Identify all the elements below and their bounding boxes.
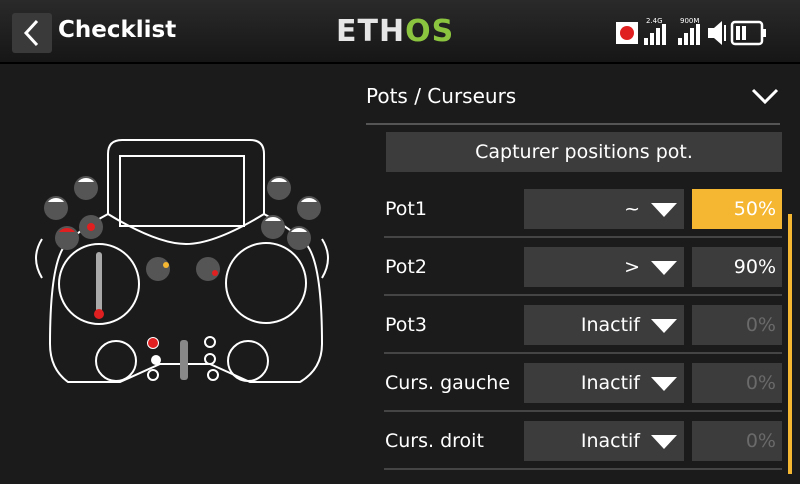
chevron-left-icon: [23, 19, 39, 47]
pot-row-label: Pot3: [385, 314, 427, 336]
radio-diagram-panel: [0, 64, 362, 480]
page-title: Checklist: [58, 17, 177, 43]
pot-value-field[interactable]: 50%: [692, 189, 782, 229]
battery-icon: [730, 20, 766, 46]
pot-mode-value: >: [624, 256, 640, 278]
pot-row: Pot1 ~50%: [362, 180, 782, 238]
pot-mode-select[interactable]: Inactif: [524, 305, 684, 345]
signal-900-label: 900M: [680, 17, 699, 25]
pot-value-field[interactable]: 0%: [692, 305, 782, 345]
speaker-icon: [708, 21, 726, 45]
pot-row-label: Curs. droit: [385, 430, 484, 452]
signal-24-label: 2.4G: [646, 17, 663, 25]
chevron-down-icon: [751, 88, 779, 105]
dropdown-arrow-icon: [651, 203, 677, 217]
pot-value-field[interactable]: 0%: [692, 421, 782, 461]
record-icon: [616, 22, 638, 44]
pot-row: Pot2 >90%: [362, 238, 782, 296]
pot-mode-value: ~: [624, 198, 640, 220]
back-button[interactable]: [12, 13, 52, 53]
status-icons: 2.4G 900M: [616, 17, 766, 46]
pot-row-label: Pot2: [385, 256, 427, 278]
dropdown-arrow-icon: [651, 261, 677, 275]
pot-mode-value: Inactif: [580, 372, 640, 394]
pot-row: Curs. droit Inactif 0%: [362, 412, 782, 470]
pot-mode-select[interactable]: Inactif: [524, 421, 684, 461]
pot-mode-value: Inactif: [580, 430, 640, 452]
logo-part-os: OS: [405, 14, 455, 49]
logo-part-eth: ETH: [336, 14, 406, 49]
dropdown-arrow-icon: [651, 435, 677, 449]
pot-mode-value: Inactif: [580, 314, 640, 336]
capture-positions-button[interactable]: Capturer positions pot.: [386, 132, 782, 172]
pot-mode-select[interactable]: >: [524, 247, 684, 287]
pot-row-label: Curs. gauche: [385, 372, 511, 394]
ethos-logo: ETHOS: [336, 14, 454, 49]
scrollbar[interactable]: [788, 214, 792, 474]
pot-row: Curs. gauche Inactif 0%: [362, 354, 782, 412]
section-title: Pots / Curseurs: [366, 84, 517, 108]
pot-mode-select[interactable]: Inactif: [524, 363, 684, 403]
signal-2-4g-icon: 2.4G: [644, 17, 666, 45]
pot-mode-select[interactable]: ~: [524, 189, 684, 229]
radio-diagram-icon: [35, 139, 329, 383]
dropdown-arrow-icon: [651, 377, 677, 391]
section-header[interactable]: Pots / Curseurs: [366, 82, 780, 122]
pot-row-label: Pot1: [385, 198, 427, 220]
pot-value-field[interactable]: 0%: [692, 363, 782, 403]
top-bar: Checklist ETHOS 2.4G 900M: [0, 0, 800, 64]
pot-value-field[interactable]: 90%: [692, 247, 782, 287]
pot-row: Pot3 Inactif 0%: [362, 296, 782, 354]
divider: [366, 123, 780, 125]
settings-panel: Pots / Curseurs Capturer positions pot. …: [362, 64, 800, 480]
signal-900m-icon: 900M: [678, 17, 700, 45]
row-divider: [384, 468, 782, 470]
dropdown-arrow-icon: [651, 319, 677, 333]
